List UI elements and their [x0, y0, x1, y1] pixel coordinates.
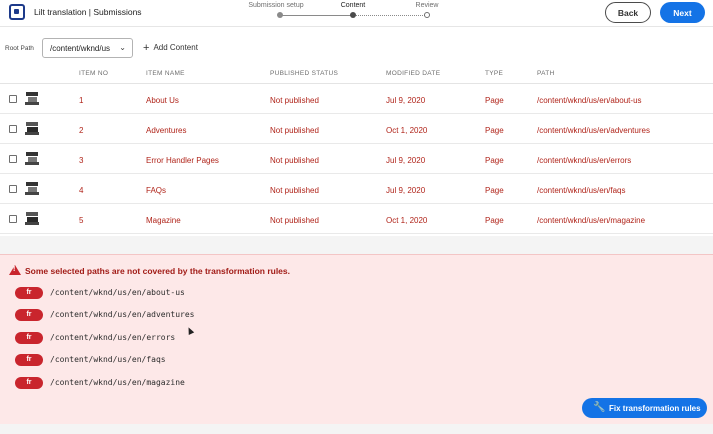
- column-item-no[interactable]: ITEM NO: [79, 70, 108, 77]
- fix-transformation-rules-button[interactable]: 🔧 Fix transformation rules: [582, 398, 707, 418]
- item-path: /content/wknd/us/en/about-us: [537, 96, 642, 105]
- column-item-name[interactable]: ITEM NAME: [146, 70, 185, 77]
- language-badge: fr: [15, 332, 43, 344]
- app-title: Lilt translation | Submissions: [34, 7, 142, 17]
- page-thumbnail-icon: [25, 181, 39, 196]
- item-path: /content/wknd/us/en/magazine: [537, 216, 646, 225]
- table-row[interactable]: 5 Magazine Not published Oct 1, 2020 Pag…: [0, 204, 713, 234]
- modified-date: Jul 9, 2020: [386, 156, 426, 165]
- page-thumbnail-icon: [25, 211, 39, 226]
- item-name[interactable]: About Us: [146, 96, 179, 105]
- lilt-logo-icon: [9, 4, 25, 20]
- item-path: /content/wknd/us/en/faqs: [537, 186, 626, 195]
- uncovered-path: /content/wknd/us/en/adventures: [50, 310, 195, 319]
- published-status: Not published: [270, 126, 319, 135]
- published-status: Not published: [270, 216, 319, 225]
- root-path-select[interactable]: /content/wknd/us ⌄: [42, 38, 133, 58]
- section-divider: [0, 236, 713, 254]
- uncovered-path: /content/wknd/us/en/faqs: [50, 355, 166, 364]
- item-name[interactable]: FAQs: [146, 186, 166, 195]
- column-path[interactable]: PATH: [537, 70, 555, 77]
- row-checkbox[interactable]: [9, 155, 17, 163]
- column-type[interactable]: TYPE: [485, 70, 503, 77]
- modified-date: Jul 9, 2020: [386, 186, 426, 195]
- step-connector-todo: [353, 15, 427, 16]
- root-path-value: /content/wknd/us: [50, 44, 111, 53]
- uncovered-path: /content/wknd/us/en/about-us: [50, 288, 185, 297]
- item-no: 3: [79, 156, 84, 165]
- item-no: 4: [79, 186, 84, 195]
- page-thumbnail-icon: [25, 121, 39, 136]
- page-thumbnail-icon: [25, 91, 39, 106]
- item-no: 1: [79, 96, 84, 105]
- next-button[interactable]: Next: [660, 2, 705, 23]
- item-type: Page: [485, 126, 504, 135]
- item-name[interactable]: Error Handler Pages: [146, 156, 219, 165]
- row-checkbox[interactable]: [9, 185, 17, 193]
- plus-icon: +: [143, 42, 150, 54]
- table-header: ITEM NO ITEM NAME PUBLISHED STATUS MODIF…: [0, 62, 713, 84]
- row-checkbox[interactable]: [9, 125, 17, 133]
- modified-date: Oct 1, 2020: [386, 216, 428, 225]
- item-name[interactable]: Magazine: [146, 216, 181, 225]
- item-type: Page: [485, 96, 504, 105]
- modified-date: Oct 1, 2020: [386, 126, 428, 135]
- column-modified-date[interactable]: MODIFIED DATE: [386, 70, 440, 77]
- footer-band: [0, 424, 713, 434]
- language-badge: fr: [15, 309, 43, 321]
- published-status: Not published: [270, 156, 319, 165]
- back-button[interactable]: Back: [605, 2, 651, 23]
- app-header: Lilt translation | Submissions Submissio…: [0, 0, 713, 27]
- language-badge: fr: [15, 354, 43, 366]
- item-no: 5: [79, 216, 84, 225]
- warning-message: Some selected paths are not covered by t…: [25, 266, 290, 276]
- table-row[interactable]: 1 About Us Not published Jul 9, 2020 Pag…: [0, 84, 713, 114]
- published-status: Not published: [270, 96, 319, 105]
- wrench-icon: 🔧: [593, 402, 606, 413]
- table-row[interactable]: 3 Error Handler Pages Not published Jul …: [0, 144, 713, 174]
- step-submission-setup[interactable]: Submission setup: [248, 2, 303, 9]
- table-row[interactable]: 4 FAQs Not published Jul 9, 2020 Page /c…: [0, 174, 713, 204]
- step-connector-done: [280, 15, 353, 16]
- step-dot-todo: [424, 12, 430, 18]
- language-badge: fr: [15, 287, 43, 299]
- add-content-label: Add Content: [153, 43, 198, 52]
- chevron-down-icon: ⌄: [119, 43, 126, 52]
- item-type: Page: [485, 216, 504, 225]
- item-path: /content/wknd/us/en/errors: [537, 156, 632, 165]
- modified-date: Jul 9, 2020: [386, 96, 426, 105]
- step-dot-current: [350, 12, 356, 18]
- alert-triangle-icon: [9, 265, 21, 275]
- step-dot-done: [277, 12, 283, 18]
- uncovered-path: /content/wknd/us/en/errors: [50, 333, 176, 342]
- item-no: 2: [79, 126, 84, 135]
- row-checkbox[interactable]: [9, 95, 17, 103]
- step-content[interactable]: Content: [341, 2, 366, 9]
- table-row[interactable]: 2 Adventures Not published Oct 1, 2020 P…: [0, 114, 713, 144]
- root-path-label: Root Path: [5, 45, 34, 52]
- item-path: /content/wknd/us/en/adventures: [537, 126, 650, 135]
- item-name[interactable]: Adventures: [146, 126, 186, 135]
- item-type: Page: [485, 156, 504, 165]
- item-type: Page: [485, 186, 504, 195]
- fix-transformation-rules-label: Fix transformation rules: [609, 404, 701, 413]
- column-published-status[interactable]: PUBLISHED STATUS: [270, 70, 338, 77]
- content-table: ITEM NO ITEM NAME PUBLISHED STATUS MODIF…: [0, 62, 713, 234]
- published-status: Not published: [270, 186, 319, 195]
- page-thumbnail-icon: [25, 151, 39, 166]
- language-badge: fr: [15, 377, 43, 389]
- add-content-button[interactable]: + Add Content: [143, 42, 198, 54]
- step-review[interactable]: Review: [416, 2, 439, 9]
- uncovered-path: /content/wknd/us/en/magazine: [50, 378, 185, 387]
- progress-stepper: Submission setup Content Review: [240, 0, 470, 26]
- row-checkbox[interactable]: [9, 215, 17, 223]
